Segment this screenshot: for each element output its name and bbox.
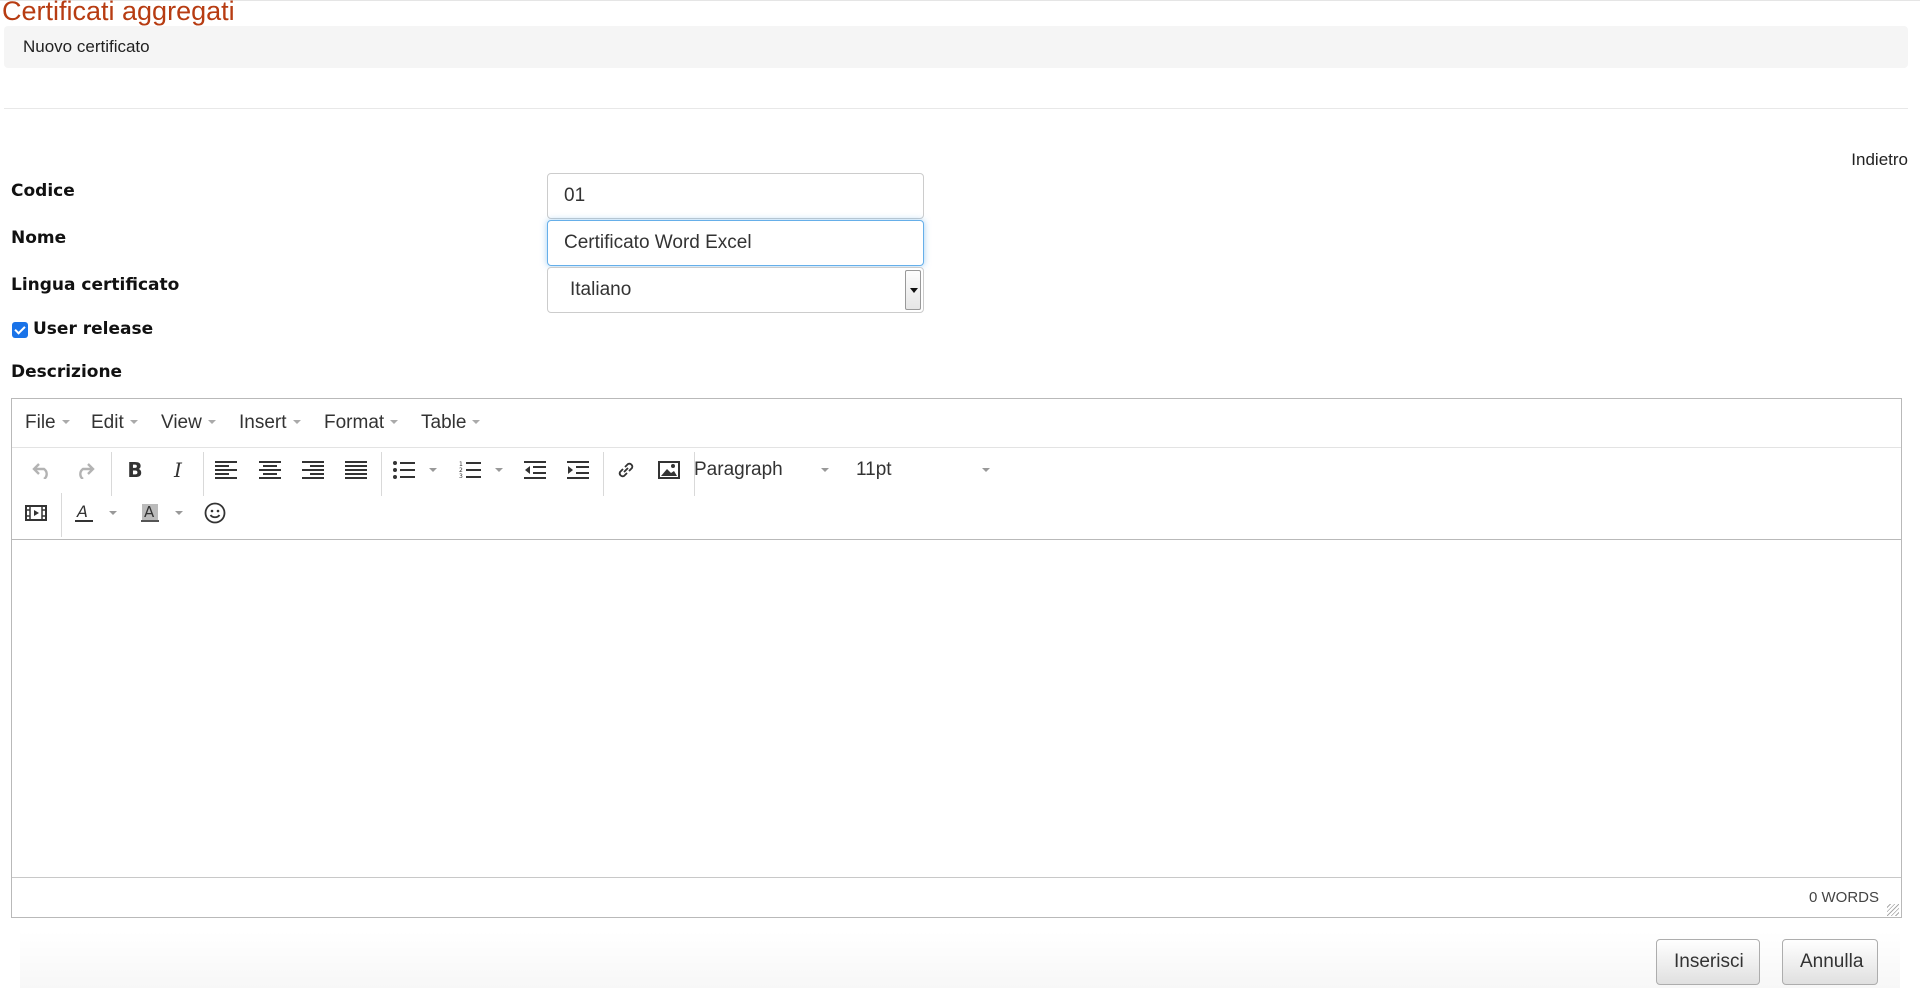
footer-shade bbox=[20, 930, 1900, 988]
outdent-icon[interactable] bbox=[517, 450, 553, 490]
toolbar-separator bbox=[111, 452, 112, 496]
word-count: 0 WORDS bbox=[1808, 889, 1879, 906]
align-center-icon[interactable] bbox=[252, 450, 288, 490]
menu-view[interactable]: View bbox=[161, 399, 216, 447]
nome-input[interactable]: Certificato Word Excel bbox=[547, 220, 924, 266]
rich-text-editor: File Edit View Insert Format Table B I 1… bbox=[11, 398, 1902, 918]
svg-text:A: A bbox=[144, 503, 155, 521]
align-left-icon[interactable] bbox=[208, 450, 244, 490]
chevron-down-icon[interactable] bbox=[495, 468, 503, 472]
bullet-list-icon[interactable] bbox=[386, 450, 422, 490]
codice-label: Codice bbox=[11, 181, 75, 201]
toolbar-separator bbox=[603, 452, 604, 496]
chevron-down-icon[interactable] bbox=[982, 468, 990, 472]
editor-menubar: File Edit View Insert Format Table bbox=[12, 399, 1901, 447]
descrizione-label: Descrizione bbox=[11, 362, 123, 382]
breadcrumb: Nuovo certificato bbox=[4, 26, 1908, 68]
bold-icon[interactable]: B bbox=[117, 450, 153, 490]
align-justify-icon[interactable] bbox=[338, 450, 374, 490]
top-rule bbox=[0, 0, 1920, 1]
chevron-down-icon[interactable] bbox=[821, 468, 829, 472]
font-size-select[interactable]: 11pt bbox=[856, 448, 892, 492]
section-divider bbox=[4, 108, 1908, 109]
lingua-select-value: Italiano bbox=[570, 279, 632, 300]
editor-statusbar: 0 WORDS bbox=[12, 877, 1901, 918]
back-link[interactable]: Indietro bbox=[1851, 150, 1908, 170]
user-release-label: User release bbox=[33, 319, 154, 339]
undo-icon[interactable] bbox=[24, 450, 60, 490]
align-right-icon[interactable] bbox=[295, 450, 331, 490]
menu-file[interactable]: File bbox=[25, 399, 70, 447]
editor-toolbar-row-2: A A bbox=[12, 493, 1901, 537]
svg-text:A: A bbox=[76, 502, 88, 521]
editor-content-area[interactable] bbox=[12, 540, 1901, 877]
lingua-select[interactable]: Italiano bbox=[547, 267, 924, 313]
italic-icon[interactable]: I bbox=[160, 450, 196, 490]
menu-insert[interactable]: Insert bbox=[239, 399, 301, 447]
codice-input[interactable]: 01 bbox=[547, 173, 924, 219]
chevron-down-icon[interactable] bbox=[175, 511, 183, 515]
emoticons-icon[interactable] bbox=[197, 493, 233, 533]
toolbar-separator bbox=[203, 452, 204, 496]
insert-button[interactable]: Inserisci bbox=[1656, 939, 1760, 985]
chevron-down-icon[interactable] bbox=[905, 270, 921, 310]
indent-icon[interactable] bbox=[560, 450, 596, 490]
text-color-icon[interactable]: A bbox=[66, 493, 102, 533]
block-format-select[interactable]: Paragraph bbox=[694, 448, 783, 492]
link-icon[interactable] bbox=[608, 450, 644, 490]
redo-icon[interactable] bbox=[67, 450, 103, 490]
background-color-icon[interactable]: A bbox=[132, 493, 168, 533]
lingua-label: Lingua certificato bbox=[11, 275, 180, 295]
svg-text:3: 3 bbox=[459, 473, 463, 479]
media-icon[interactable] bbox=[18, 493, 54, 533]
user-release-checkbox[interactable] bbox=[12, 322, 28, 338]
image-icon[interactable] bbox=[651, 450, 687, 490]
nome-label: Nome bbox=[11, 228, 67, 248]
toolbar-separator bbox=[61, 493, 62, 537]
toolbar-separator bbox=[381, 452, 382, 496]
menu-format[interactable]: Format bbox=[324, 399, 398, 447]
resize-handle-icon[interactable] bbox=[1887, 904, 1899, 916]
page-title: Certificati aggregati bbox=[2, 0, 235, 26]
chevron-down-icon[interactable] bbox=[429, 468, 437, 472]
menu-edit[interactable]: Edit bbox=[91, 399, 138, 447]
numbered-list-icon[interactable]: 123 bbox=[452, 450, 488, 490]
menu-table[interactable]: Table bbox=[421, 399, 480, 447]
chevron-down-icon[interactable] bbox=[109, 511, 117, 515]
editor-toolbar-row-1: B I 123 Paragraph 11pt bbox=[12, 447, 1901, 496]
cancel-button[interactable]: Annulla bbox=[1782, 939, 1878, 985]
